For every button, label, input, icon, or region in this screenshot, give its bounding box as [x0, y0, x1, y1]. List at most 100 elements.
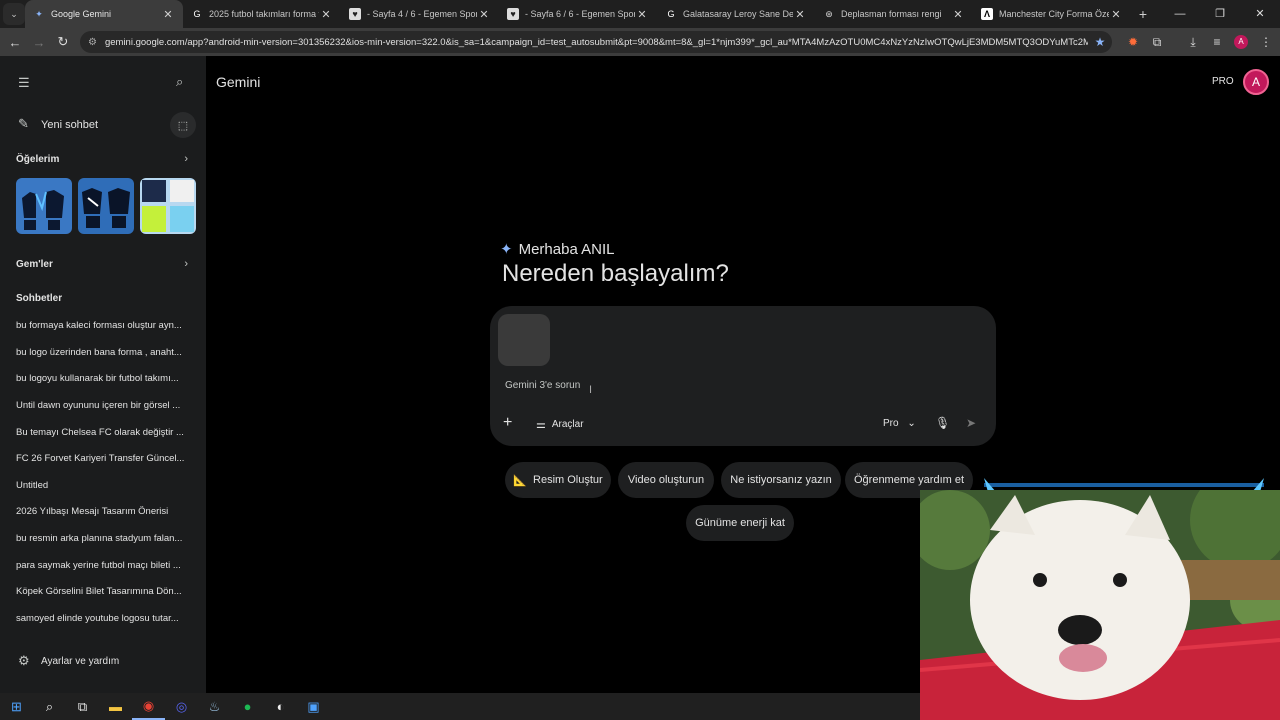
- task-view-icon[interactable]: ⧉: [66, 693, 99, 720]
- chrome-icon[interactable]: ◉: [132, 693, 165, 720]
- tab-title: - Sayfa 4 / 6 - Egemen Spor Dij: [367, 9, 477, 19]
- chevron-right-icon[interactable]: ›: [184, 153, 188, 165]
- microphone-icon[interactable]: 🎙: [935, 416, 950, 430]
- chat-item[interactable]: bu logo üzerinden bana forma , anaht...: [16, 347, 192, 358]
- gems-heading[interactable]: Gem'ler: [16, 259, 53, 270]
- extensions-puzzle-icon[interactable]: ⧉: [1145, 28, 1169, 56]
- reload-icon[interactable]: ↻: [51, 34, 75, 50]
- chip-create-video[interactable]: Video oluşturun: [618, 462, 714, 498]
- download-icon[interactable]: ⤓: [1181, 28, 1205, 56]
- discord-icon[interactable]: ◎: [165, 693, 198, 720]
- search-icon[interactable]: ⌕: [176, 74, 183, 90]
- browser-tab-1[interactable]: G 2025 futbol takımları forma tası ✕: [183, 0, 341, 28]
- item-thumbnail[interactable]: [140, 178, 196, 234]
- chat-item[interactable]: samoyed elinde youtube logosu tutar...: [16, 613, 192, 624]
- app-brand[interactable]: Gemini: [216, 74, 260, 90]
- chip-label: Video oluşturun: [627, 474, 705, 486]
- item-thumbnail[interactable]: [16, 178, 72, 234]
- webcam-overlay: [920, 490, 1280, 720]
- steam-icon[interactable]: ♨: [198, 693, 231, 720]
- spotify-icon[interactable]: ●: [231, 693, 264, 720]
- new-chat-button[interactable]: Yeni sohbet: [41, 119, 98, 131]
- close-icon[interactable]: ✕: [477, 8, 491, 21]
- chat-item[interactable]: FC 26 Forvet Kariyeri Transfer Güncel...: [16, 453, 192, 464]
- chat-item[interactable]: 2026 Yılbaşı Mesajı Tasarım Önerisi: [16, 506, 192, 517]
- browser-menu-icon[interactable]: ⋮: [1254, 28, 1278, 56]
- obs-icon[interactable]: ◐: [264, 693, 297, 720]
- chats-heading: Sohbetler: [16, 293, 63, 304]
- tab-title: Galatasaray Leroy Sane Design: [683, 9, 793, 19]
- browser-tab-0[interactable]: ✦ Google Gemini ✕: [25, 0, 183, 28]
- close-icon[interactable]: ✕: [1109, 8, 1123, 21]
- browser-tab-2[interactable]: ♥ - Sayfa 4 / 6 - Egemen Spor Dij ✕: [341, 0, 499, 28]
- send-icon[interactable]: ➤: [966, 416, 976, 430]
- extension-fire-icon[interactable]: ✹: [1121, 28, 1145, 56]
- close-icon[interactable]: ✕: [793, 8, 807, 21]
- chat-item[interactable]: Until dawn oyununu içeren bir görsel ...: [16, 400, 192, 411]
- model-select[interactable]: Pro ⌄: [883, 418, 916, 429]
- new-tab-button[interactable]: +: [1131, 6, 1155, 22]
- close-icon[interactable]: ✕: [319, 8, 333, 21]
- chevron-right-icon[interactable]: ›: [184, 258, 188, 270]
- browser-tab-5[interactable]: ⊛ Deplasman forması rengi ✕: [815, 0, 973, 28]
- chat-item[interactable]: Untitled: [16, 480, 192, 491]
- chat-item[interactable]: Bu temayı Chelsea FC olarak değiştir ...: [16, 427, 192, 438]
- prompt-input[interactable]: Gemini 3'e sorun: [505, 380, 580, 391]
- item-thumbnail[interactable]: [78, 178, 134, 234]
- my-items-heading[interactable]: Öğelerim: [16, 154, 59, 165]
- settings-gear-icon: ⚙: [18, 653, 30, 668]
- jersey-image: [16, 178, 72, 234]
- chip-label: Günüme enerji kat: [695, 517, 785, 529]
- sidebar: ☰ ⌕ ✎ Yeni sohbet ⬚ Öğelerim › Gem'ler ›…: [0, 56, 206, 693]
- my-items-thumbnails: [16, 178, 196, 234]
- tab-title: - Sayfa 6 / 6 - Egemen Spor Dij: [525, 9, 635, 19]
- close-icon[interactable]: ✕: [635, 8, 649, 21]
- close-icon[interactable]: ✕: [161, 8, 175, 21]
- back-icon[interactable]: ←: [3, 35, 27, 50]
- url-input[interactable]: ⚙ gemini.google.com/app?android-min-vers…: [80, 31, 1112, 53]
- chat-item[interactable]: bu logoyu kullanarak bir futbol takımı..…: [16, 373, 192, 384]
- close-icon[interactable]: ✕: [951, 8, 965, 21]
- browser-tab-3[interactable]: ♥ - Sayfa 6 / 6 - Egemen Spor Dij ✕: [499, 0, 657, 28]
- chip-write-anything[interactable]: Ne istiyorsanız yazın: [721, 462, 841, 498]
- chat-item[interactable]: bu formaya kaleci forması oluştur ayn...: [16, 320, 192, 331]
- browser-tab-6[interactable]: Λ Manchester City Forma Özel Ta ✕: [973, 0, 1131, 28]
- temporary-chat-icon[interactable]: ⬚: [170, 112, 196, 138]
- bookmark-star-icon[interactable]: ★: [1088, 35, 1112, 49]
- avatar[interactable]: A: [1243, 69, 1269, 95]
- chat-item[interactable]: bu resmin arka planına stadyum falan...: [16, 533, 192, 544]
- site-info-icon[interactable]: ⚙: [88, 37, 97, 48]
- prompt-composer: Gemini 3'e sorun I + ⚌ Araçlar Pro ⌄ 🎙 ➤: [490, 306, 996, 446]
- google-icon: G: [667, 9, 675, 19]
- chat-item[interactable]: Köpek Görselini Bilet Tasarımına Dön...: [16, 586, 192, 597]
- restore-icon[interactable]: ❐: [1200, 0, 1240, 28]
- app-icon[interactable]: ▣: [297, 693, 330, 720]
- chip-boost-day[interactable]: Günüme enerji kat: [686, 505, 794, 541]
- egemen-icon: ♥: [349, 8, 361, 20]
- search-icon[interactable]: ⌕: [33, 693, 66, 720]
- file-explorer-icon[interactable]: ▬: [99, 693, 132, 720]
- kit-image: [140, 178, 196, 234]
- address-bar: ← → ↻ ⚙ gemini.google.com/app?android-mi…: [0, 28, 1280, 56]
- tab-search-button[interactable]: ⌄: [3, 3, 25, 25]
- close-window-icon[interactable]: ✕: [1240, 0, 1280, 28]
- menu-icon[interactable]: ☰: [18, 75, 30, 91]
- model-label: Pro: [883, 418, 899, 429]
- chip-create-image[interactable]: 📐 Resim Oluştur: [505, 462, 611, 498]
- url-text: gemini.google.com/app?android-min-versio…: [104, 36, 1088, 48]
- gemini-icon: ✦: [35, 8, 43, 19]
- minimize-icon[interactable]: —: [1160, 0, 1200, 28]
- profile-icon[interactable]: A: [1229, 28, 1253, 56]
- chat-item[interactable]: para saymak yerine futbol maçı bileti ..…: [16, 560, 192, 571]
- jersey-image: [78, 178, 134, 234]
- tools-button[interactable]: ⚌ Araçlar: [536, 418, 584, 431]
- forward-icon[interactable]: →: [27, 35, 51, 50]
- attachment-thumbnail[interactable]: [498, 314, 550, 366]
- settings-help-button[interactable]: Ayarlar ve yardım: [41, 656, 119, 667]
- browser-tab-4[interactable]: G Galatasaray Leroy Sane Design ✕: [657, 0, 815, 28]
- media-control-icon[interactable]: ≡: [1205, 28, 1229, 56]
- os-taskbar: ⊞ ⌕ ⧉ ▬ ◉ ◎ ♨ ● ◐ ▣: [0, 693, 920, 720]
- windows-start-icon[interactable]: ⊞: [0, 693, 33, 720]
- add-icon[interactable]: +: [503, 414, 512, 432]
- tab-title: 2025 futbol takımları forma tası: [209, 9, 319, 19]
